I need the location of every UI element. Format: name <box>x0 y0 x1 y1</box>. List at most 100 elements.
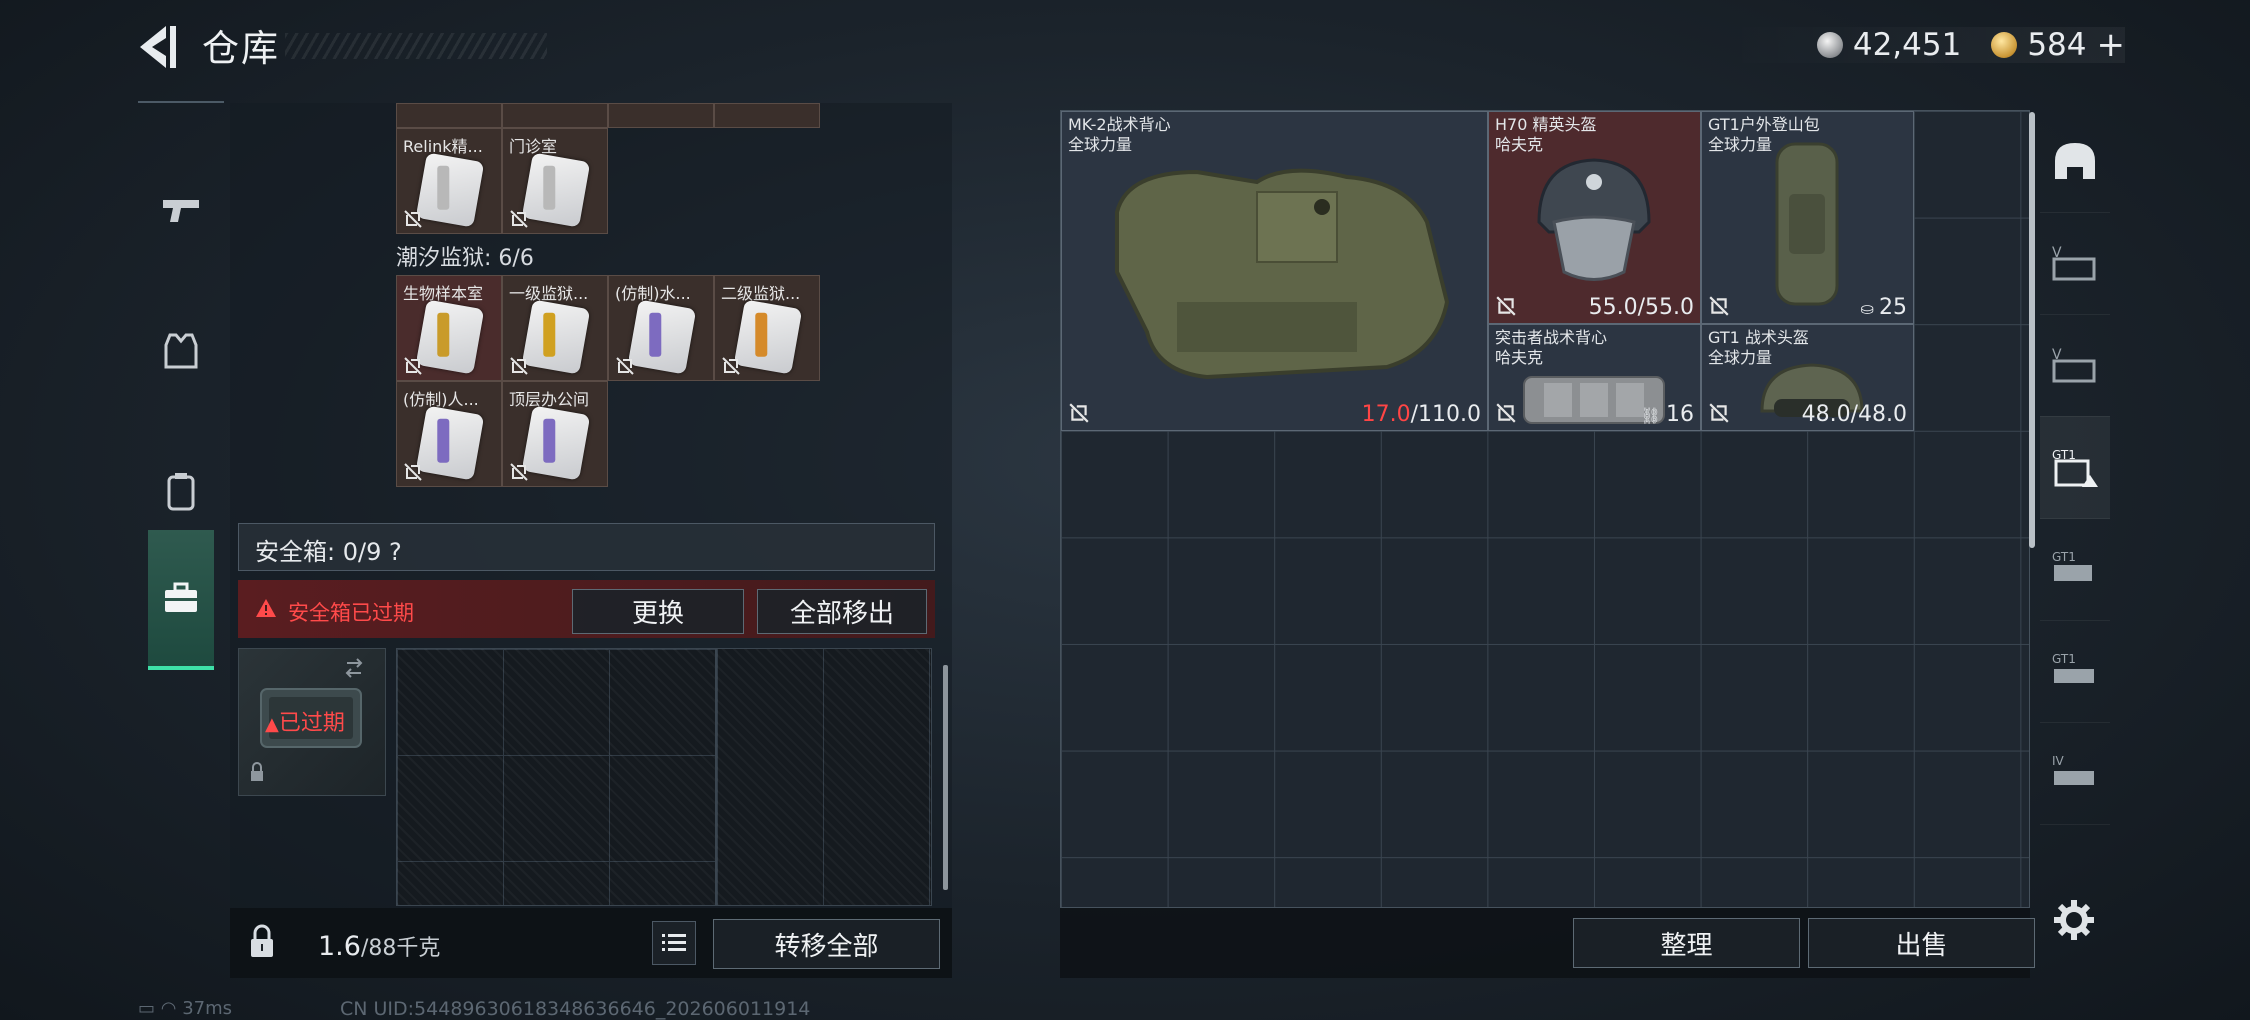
helmet-icon <box>1537 158 1651 281</box>
key-card-item[interactable]: 生物样本室 <box>396 275 502 381</box>
pistol-icon <box>163 200 199 222</box>
transfer-all-button[interactable]: 转移全部 <box>713 919 940 969</box>
gt1-rig-tab[interactable]: GT1 <box>2040 620 2110 723</box>
key-card-item[interactable]: 二级监狱... <box>714 275 820 381</box>
lock-icon <box>251 924 273 957</box>
add-gold-button[interactable]: + <box>2097 25 2126 65</box>
safe-box-grid[interactable] <box>396 648 716 906</box>
safe-box-tab[interactable] <box>148 530 214 670</box>
stash-item-gt1-helmet[interactable]: GT1 战术头盔 全球力量 48.0/48.0 <box>1701 324 1914 431</box>
wifi-icon: ◠ <box>160 998 177 1019</box>
weapon-tab[interactable] <box>138 143 224 279</box>
armor-iv-icon: IV <box>2052 754 2094 785</box>
safe-box-grid-right[interactable] <box>716 648 932 906</box>
key-card-item[interactable]: (仿制)人... <box>396 381 502 487</box>
untradeable-icon <box>1709 403 1729 423</box>
untradeable-icon <box>1069 403 1089 423</box>
briefcase-icon <box>165 582 197 612</box>
stash-item-raider-vest[interactable]: 突击者战术背心 哈夫克 ⛓ 16 <box>1488 324 1701 431</box>
gear-icon <box>2054 900 2094 940</box>
safe-expired-label: ▲已过期 <box>265 711 345 736</box>
key-card-label: Relink精... <box>403 137 483 156</box>
key-card-icon <box>415 152 485 228</box>
armor-tab[interactable] <box>138 283 224 419</box>
armor-iv-tab[interactable]: IV <box>2040 722 2110 825</box>
expired-warning-text: 安全箱已过期 <box>288 601 414 625</box>
battery-icon: ▭ <box>138 998 156 1019</box>
stash-item-h70-helmet[interactable]: H70 精英头盔 哈夫克 55.0/55.0 <box>1488 111 1701 324</box>
untradeable-icon <box>1496 403 1516 423</box>
untradeable-icon <box>722 357 740 375</box>
key-card-item[interactable]: Relink精... <box>396 128 502 234</box>
armor-v-tab[interactable]: V <box>2040 212 2110 315</box>
armor-v-icon: V <box>2052 245 2096 281</box>
key-card-item[interactable]: (仿制)水... <box>608 275 714 381</box>
durability: 48.0/48.0 <box>1801 402 1907 427</box>
carry-weight: 1.6/88千克 <box>318 930 440 962</box>
armor-v2-tab[interactable]: V <box>2040 314 2110 417</box>
stash-item-mk2-vest[interactable]: MK-2战术背心 全球力量 17.0/110.0 <box>1061 111 1488 431</box>
key-card-item[interactable]: 门诊室 <box>502 128 608 234</box>
key-card-label: 门诊室 <box>509 137 558 156</box>
key-card-label: (仿制)水... <box>615 284 691 303</box>
remove-all-button[interactable]: 全部移出 <box>757 589 927 634</box>
key-card-item[interactable]: 顶层办公间 <box>502 381 608 487</box>
stash-item-gt1-backpack[interactable]: GT1户外登山包 全球力量 ⛀ 25 <box>1701 111 1914 324</box>
untradeable-icon <box>616 357 634 375</box>
replace-button[interactable]: 更换 <box>572 589 744 634</box>
key-card-icon <box>627 299 697 375</box>
armor-vest-icon <box>164 333 198 369</box>
uid-text: CN UID:5448963061834863664​6_20260601191… <box>340 998 811 1020</box>
gt1-helmet-icon: GT1 <box>2052 448 2098 487</box>
organize-button[interactable]: 整理 <box>1573 918 1800 968</box>
back-button[interactable] <box>136 22 182 72</box>
currency-bar: 42,451 584 + <box>1725 25 2126 65</box>
gold-amount: 584 <box>2027 27 2087 63</box>
untradeable-icon <box>510 210 528 228</box>
warning-icon <box>256 599 276 617</box>
key-card-slot[interactable] <box>502 103 608 128</box>
key-card-icon <box>415 299 485 375</box>
gt1-pack-icon: GT1 <box>2052 550 2092 581</box>
key-card-slot[interactable] <box>714 103 820 128</box>
page-title: 仓库 <box>202 27 280 70</box>
weight-max: /88千克 <box>360 936 441 961</box>
item-name: MK-2战术背心 全球力量 <box>1068 115 1171 154</box>
gt1-helmet-tab[interactable]: GT1 <box>2040 416 2110 519</box>
key-card-label: 顶层办公间 <box>509 390 590 409</box>
untradeable-icon <box>404 210 422 228</box>
helmet-tab[interactable] <box>2040 110 2110 213</box>
durability: 17.0/110.0 <box>1361 402 1481 427</box>
back-arrow-icon <box>140 26 176 68</box>
key-card-icon <box>521 152 591 228</box>
stash-scrollbar[interactable] <box>2029 112 2035 548</box>
key-card-icon <box>521 299 591 375</box>
list-view-button[interactable] <box>652 921 696 965</box>
settings-button[interactable] <box>2052 898 2096 942</box>
gt1-rig-icon: GT1 <box>2052 652 2094 683</box>
capacity: ⛓ 16 <box>1640 402 1694 427</box>
gt1-pack-tab[interactable]: GT1 <box>2040 518 2110 621</box>
item-name: 突击者战术背心 哈夫克 <box>1495 328 1608 367</box>
key-card-item[interactable]: 一级监狱... <box>502 275 608 381</box>
sell-button[interactable]: 出售 <box>1808 918 2035 968</box>
untradeable-icon <box>510 463 528 481</box>
safe-box-capacity[interactable]: 安全箱: 0/9 ? <box>255 532 402 567</box>
untradeable-icon <box>510 357 528 375</box>
key-card-label: 二级监狱... <box>721 284 801 303</box>
key-card-label: 生物样本室 <box>403 284 484 303</box>
key-card-slot[interactable] <box>608 103 714 128</box>
key-section-title: 潮汐监狱: 6/6 <box>396 246 534 271</box>
key-card-slot[interactable] <box>396 103 502 128</box>
backpack-icon <box>167 473 195 511</box>
lock-button[interactable] <box>232 915 292 971</box>
ping: 37ms <box>182 998 233 1019</box>
untradeable-icon <box>404 463 422 481</box>
title-decoration <box>285 33 547 59</box>
stash-grid[interactable]: MK-2战术背心 全球力量 17.0/110.0 H70 精英头盔 哈夫克 55.0… <box>1060 110 2030 908</box>
svg-text:GT1: GT1 <box>2052 550 2076 564</box>
untradeable-icon <box>1709 296 1729 316</box>
silver-coin-icon <box>1816 32 1843 58</box>
durability: 55.0/55.0 <box>1588 295 1694 320</box>
left-scrollbar[interactable] <box>943 665 948 890</box>
